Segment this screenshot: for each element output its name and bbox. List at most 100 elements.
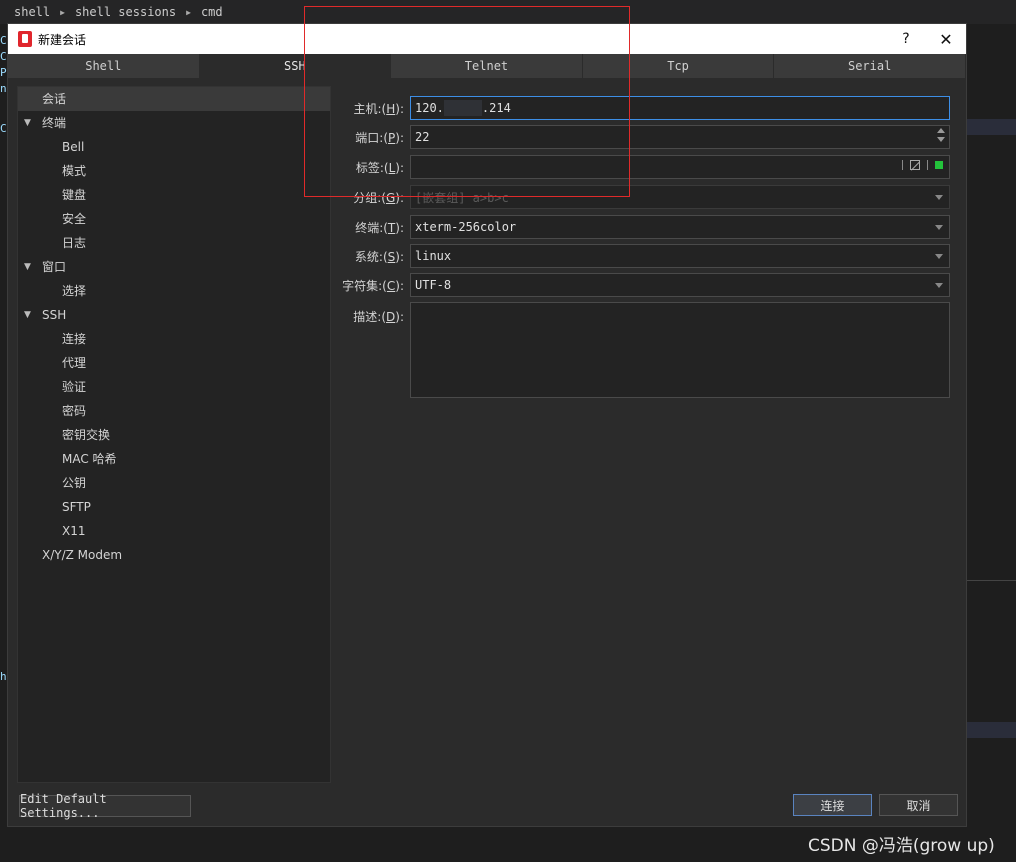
breadcrumb: shell ▶ shell sessions ▶ cmd: [0, 0, 1016, 24]
settings-tree: 会话 ▼ 终端 Bell 模式 键盘 安全 日志 ▼ 窗口 选择 ▼ SSH 连接 代…: [17, 86, 331, 783]
tab-serial[interactable]: Serial: [774, 54, 966, 78]
system-row: 系统:(S): linux: [338, 244, 950, 268]
spin-down-icon[interactable]: [937, 137, 945, 142]
breadcrumb-item[interactable]: shell sessions: [75, 5, 176, 19]
tree-item-window[interactable]: ▼ 窗口: [18, 255, 330, 279]
background-text: C: [0, 122, 7, 135]
tag-color-swatch[interactable]: [935, 161, 943, 169]
tree-item-selection[interactable]: 选择: [18, 279, 330, 303]
tab-telnet[interactable]: Telnet: [391, 54, 583, 78]
dialog-title: 新建会话: [38, 32, 87, 47]
terminal-row: 终端:(T): xterm-256color: [338, 215, 950, 239]
port-label: 端口:(P):: [355, 130, 404, 145]
background-highlight-line: [966, 722, 1016, 738]
tree-item-connection[interactable]: 连接: [18, 327, 330, 351]
tree-item-public-key[interactable]: 公钥: [18, 471, 330, 495]
tree-item-label: 会话: [42, 92, 67, 106]
help-button[interactable]: ?: [886, 24, 926, 54]
chevron-down-icon[interactable]: [935, 254, 943, 259]
tab-shell[interactable]: Shell: [8, 54, 200, 78]
expand-arrow-icon[interactable]: ▼: [24, 303, 31, 327]
tree-item-label: 密码: [62, 404, 87, 418]
app-logo-icon: [18, 31, 32, 47]
tab-ssh[interactable]: SSH: [199, 54, 392, 78]
tree-item-label: 安全: [62, 212, 87, 226]
terminal-select[interactable]: xterm-256color: [410, 215, 950, 239]
background-divider: [966, 580, 1016, 581]
breadcrumb-item[interactable]: shell: [14, 5, 50, 19]
cancel-button[interactable]: 取消: [879, 794, 958, 816]
tree-item-security[interactable]: 安全: [18, 207, 330, 231]
tree-item-password[interactable]: 密码: [18, 399, 330, 423]
tree-item-log[interactable]: 日志: [18, 231, 330, 255]
tree-item-session[interactable]: 会话: [18, 87, 330, 111]
tree-item-terminal[interactable]: ▼ 终端: [18, 111, 330, 135]
group-row: 分组:(G): [嵌套组] a>b>c: [338, 185, 950, 209]
separator: [927, 160, 928, 170]
close-button[interactable]: ✕: [926, 24, 966, 54]
tree-item-label: 代理: [62, 356, 87, 370]
description-textarea[interactable]: [410, 302, 950, 398]
tree-item-label: 公钥: [62, 476, 87, 490]
terminal-value: xterm-256color: [415, 220, 517, 234]
tree-item-label: 模式: [62, 164, 87, 178]
tree-item-label: 终端: [42, 116, 67, 130]
breadcrumb-item[interactable]: cmd: [201, 5, 223, 19]
tag-tools: [902, 160, 943, 170]
dialog-titlebar[interactable]: 新建会话 ? ✕: [8, 24, 966, 54]
port-spinner[interactable]: [937, 128, 945, 146]
chevron-right-icon: ▶: [186, 7, 191, 17]
tree-item-proxy[interactable]: 代理: [18, 351, 330, 375]
group-select[interactable]: [嵌套组] a>b>c: [410, 185, 950, 209]
tree-item-label: 日志: [62, 236, 87, 250]
spin-up-icon[interactable]: [937, 128, 945, 133]
tag-input[interactable]: [410, 155, 950, 179]
host-row: 主机:(H): 120. .214: [338, 96, 950, 120]
port-row: 端口:(P): 22: [338, 125, 950, 149]
tree-item-label: SFTP: [62, 500, 91, 514]
expand-arrow-icon[interactable]: ▼: [24, 111, 31, 135]
chevron-down-icon[interactable]: [935, 225, 943, 230]
tree-item-auth[interactable]: 验证: [18, 375, 330, 399]
tree-item-label: 验证: [62, 380, 87, 394]
charset-row: 字符集:(C): UTF-8: [338, 273, 950, 297]
host-value-end: .214: [481, 101, 511, 115]
background-text: n: [0, 82, 7, 95]
port-stepper[interactable]: 22: [410, 125, 950, 149]
tree-item-mode[interactable]: 模式: [18, 159, 330, 183]
chevron-down-icon[interactable]: [935, 195, 943, 200]
host-input[interactable]: 120. .214: [410, 96, 950, 120]
edit-default-settings-button[interactable]: Edit Default Settings...: [19, 792, 191, 820]
charset-select[interactable]: UTF-8: [410, 273, 950, 297]
connect-button[interactable]: 连接: [793, 794, 872, 816]
protocol-tabs: Shell SSH Telnet Tcp Serial: [8, 54, 966, 78]
tree-item-label: X11: [62, 524, 86, 538]
tab-tcp[interactable]: Tcp: [583, 54, 775, 78]
system-value: linux: [415, 249, 452, 263]
system-label: 系统:(S):: [354, 249, 404, 264]
clear-color-icon[interactable]: [910, 160, 920, 170]
chevron-down-icon[interactable]: [935, 283, 943, 288]
tree-item-sftp[interactable]: SFTP: [18, 495, 330, 519]
tree-item-key-exchange[interactable]: 密钥交换: [18, 423, 330, 447]
redacted-mask: [443, 100, 482, 116]
tag-row: 标签:(L):: [338, 155, 950, 179]
tree-item-label: 窗口: [42, 260, 67, 274]
host-value-start: 120.: [415, 101, 444, 115]
description-label: 描述:(D):: [353, 309, 404, 324]
chevron-right-icon: ▶: [60, 7, 65, 17]
charset-value: UTF-8: [415, 278, 452, 292]
tag-label: 标签:(L):: [355, 160, 404, 175]
system-select[interactable]: linux: [410, 244, 950, 268]
background-text: C: [0, 34, 7, 47]
host-label: 主机:(H):: [353, 101, 405, 116]
tree-item-ssh[interactable]: ▼ SSH: [18, 303, 330, 327]
tree-item-mac-hash[interactable]: MAC 哈希: [18, 447, 330, 471]
background-text: C: [0, 50, 7, 63]
group-label: 分组:(G):: [353, 190, 404, 205]
tree-item-keyboard[interactable]: 键盘: [18, 183, 330, 207]
expand-arrow-icon[interactable]: ▼: [24, 255, 31, 279]
tree-item-bell[interactable]: Bell: [18, 135, 330, 159]
tree-item-xyz-modem[interactable]: X/Y/Z Modem: [18, 543, 330, 567]
tree-item-x11[interactable]: X11: [18, 519, 330, 543]
